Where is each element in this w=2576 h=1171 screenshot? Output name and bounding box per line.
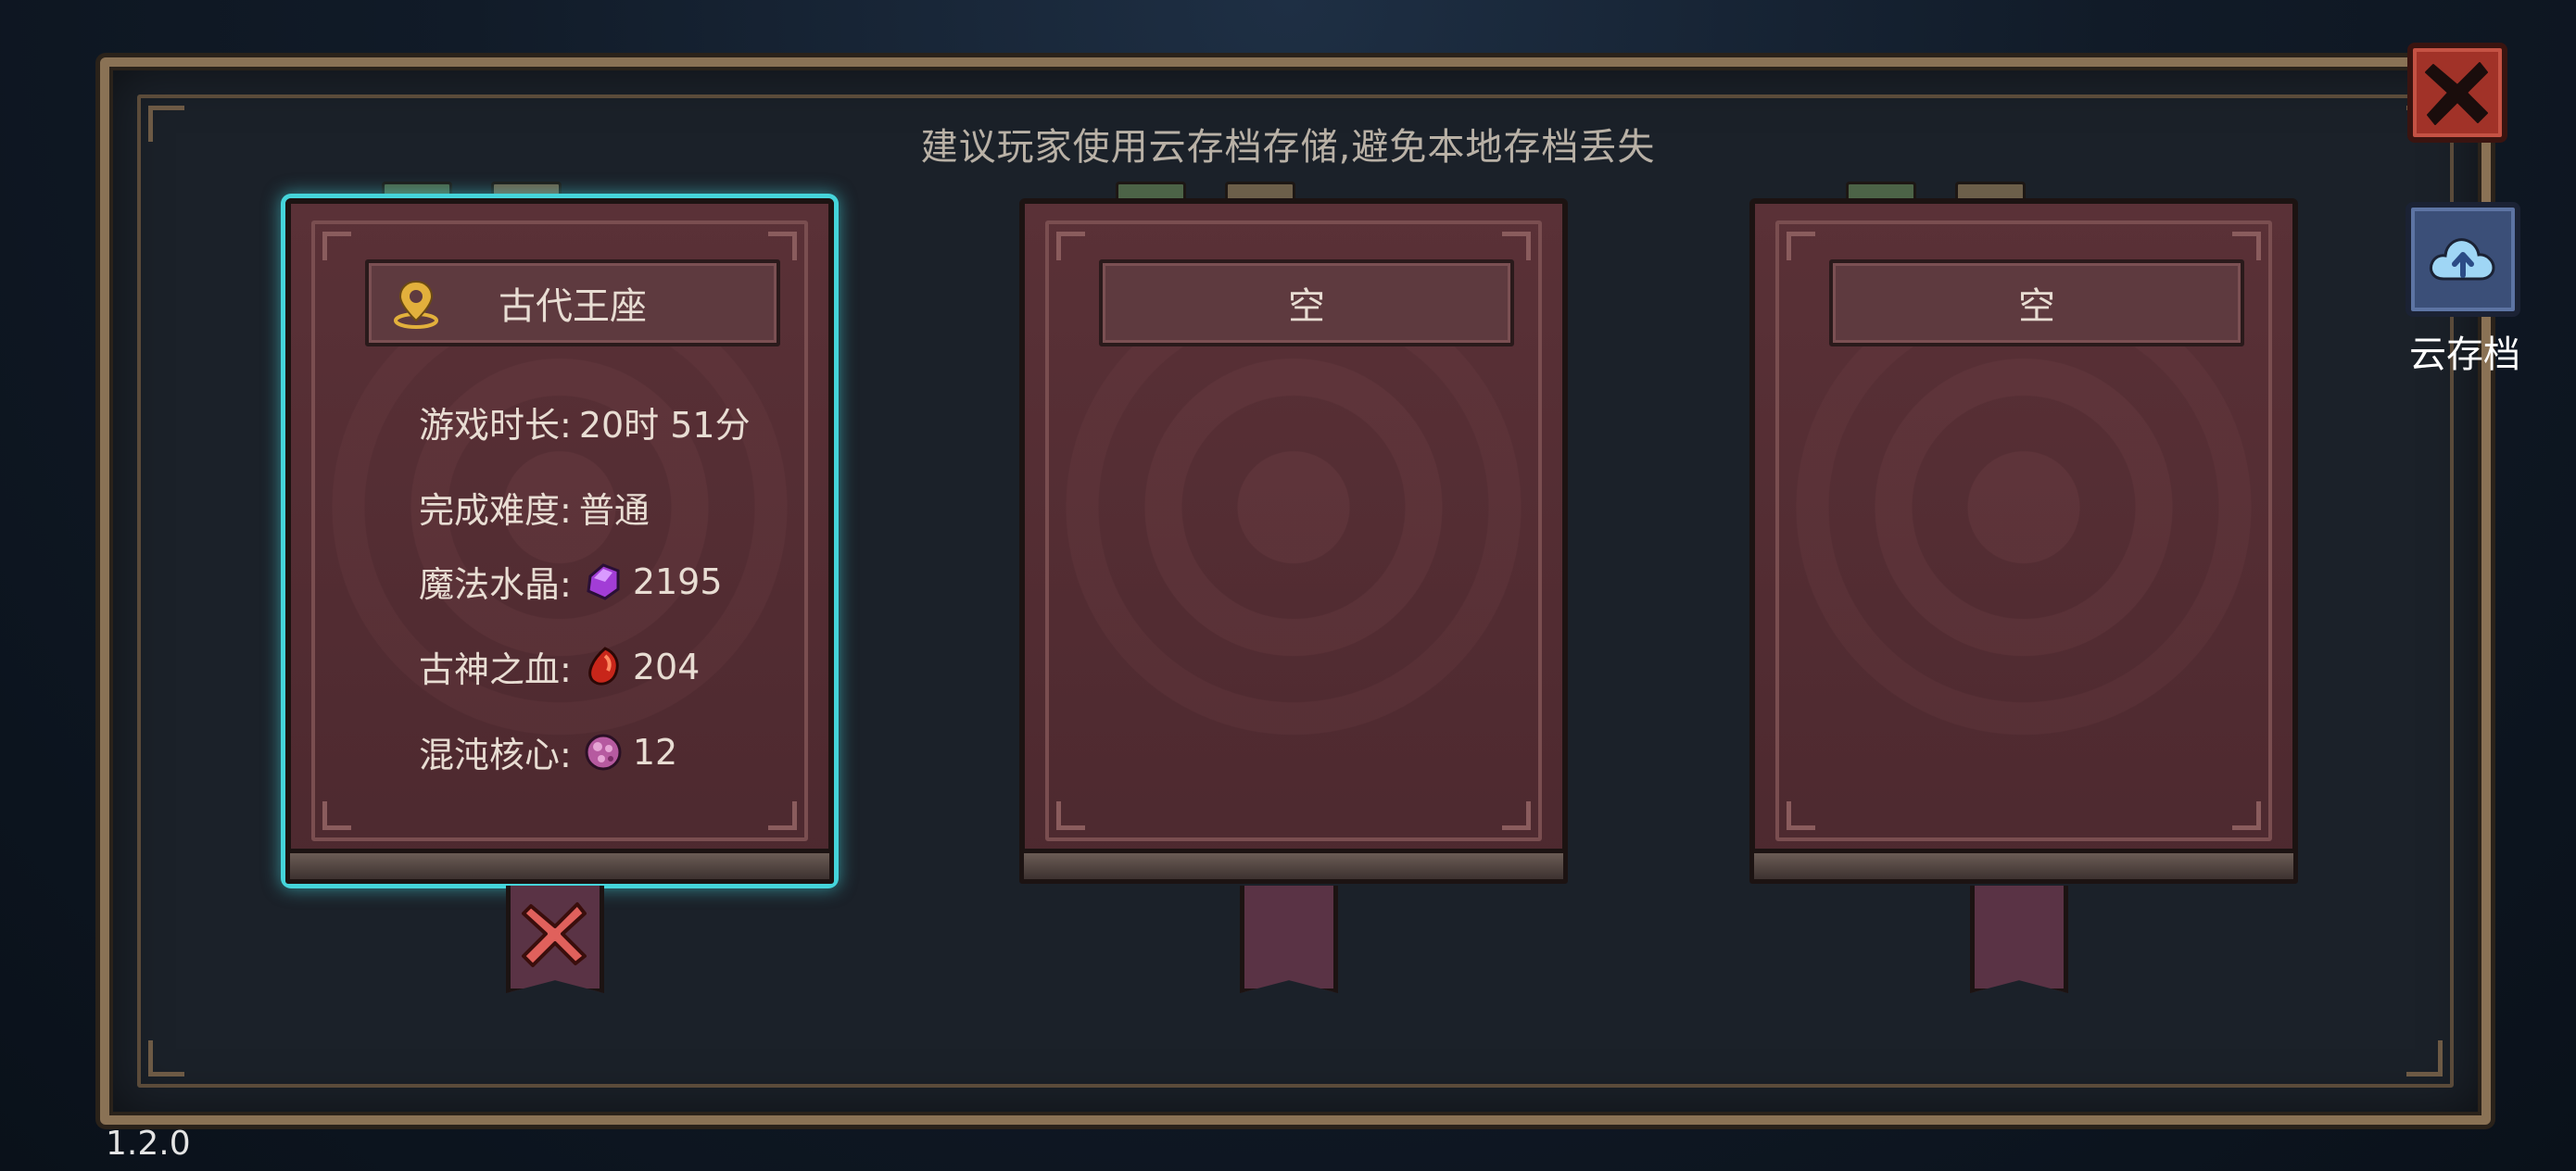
save-slot-3[interactable]: 空 bbox=[1749, 182, 2298, 993]
slot-title: 古代王座 bbox=[499, 285, 647, 328]
difficulty-label: 完成难度: bbox=[419, 490, 572, 531]
book-spine bbox=[1019, 849, 1568, 884]
book-corner bbox=[1502, 232, 1531, 260]
panel-corner bbox=[148, 1040, 184, 1077]
book-corner bbox=[768, 232, 797, 260]
book-spine bbox=[285, 849, 834, 884]
cloud-save-hint: 建议玩家使用云存档存储,避免本地存档丢失 bbox=[920, 126, 1656, 169]
crystal-value: 2195 bbox=[632, 560, 723, 602]
crystal-label: 魔法水晶: bbox=[419, 564, 572, 605]
slot-title-bar: 古代王座 bbox=[365, 259, 780, 346]
playtime-stat: 游戏时长: 20时 51分 bbox=[419, 397, 751, 447]
chaos-label: 混沌核心: bbox=[419, 735, 572, 775]
save-slot-2[interactable]: 空 bbox=[1019, 182, 1568, 993]
close-icon bbox=[2425, 62, 2488, 125]
book-corner bbox=[1056, 801, 1085, 830]
save-slot-1[interactable]: 古代王座 游戏时长: 20时 51分 完成难度: 普通 魔法水晶: 2195 古… bbox=[285, 182, 834, 993]
delete-save-button[interactable] bbox=[506, 886, 604, 993]
book-corner bbox=[322, 232, 351, 260]
bookmark-ribbon bbox=[1970, 886, 2068, 993]
book-corner bbox=[1056, 232, 1085, 260]
location-pin-icon bbox=[394, 280, 438, 329]
blood-stat: 古神之血: 204 bbox=[419, 641, 700, 692]
ancient-blood-icon bbox=[588, 646, 619, 686]
playtime-label: 游戏时长: bbox=[419, 405, 572, 446]
cloud-save-label: 云存档 bbox=[2409, 334, 2520, 376]
chaos-value: 12 bbox=[632, 731, 678, 773]
difficulty-stat: 完成难度: 普通 bbox=[419, 482, 650, 533]
book-spine bbox=[1749, 849, 2298, 884]
book-corner bbox=[322, 801, 351, 830]
save-select-screen: 建议玩家使用云存档存储,避免本地存档丢失 古代王座 游戏时长: 20时 51分 … bbox=[0, 0, 2576, 1171]
chaos-core-icon bbox=[585, 734, 622, 770]
book-corner bbox=[2232, 801, 2261, 830]
slot-title-bar: 空 bbox=[1829, 259, 2244, 346]
playtime-value: 20时 51分 bbox=[578, 405, 751, 446]
chaos-stat: 混沌核心: 12 bbox=[419, 726, 677, 777]
cloud-save-button[interactable] bbox=[2406, 202, 2520, 317]
blood-value: 204 bbox=[632, 646, 701, 687]
book-corner bbox=[2232, 232, 2261, 260]
difficulty-value: 普通 bbox=[578, 490, 650, 531]
close-button[interactable] bbox=[2407, 43, 2507, 143]
blood-label: 古神之血: bbox=[419, 649, 572, 690]
panel-corner bbox=[2406, 1040, 2443, 1077]
book-corner bbox=[768, 801, 797, 830]
magic-crystal-icon bbox=[587, 562, 620, 600]
slot-title-bar: 空 bbox=[1099, 259, 1514, 346]
crystal-stat: 魔法水晶: 2195 bbox=[419, 556, 723, 607]
save-book[interactable]: 古代王座 游戏时长: 20时 51分 完成难度: 普通 魔法水晶: 2195 古… bbox=[285, 198, 834, 884]
version-label: 1.2.0 bbox=[106, 1125, 191, 1163]
book-corner bbox=[1502, 801, 1531, 830]
slot-title: 空 bbox=[2018, 285, 2055, 328]
delete-x-icon bbox=[522, 902, 587, 967]
save-book[interactable]: 空 bbox=[1019, 198, 1568, 884]
book-corner bbox=[1787, 801, 1815, 830]
book-corner bbox=[1787, 232, 1815, 260]
bookmark-ribbon bbox=[1240, 886, 1338, 993]
cloud-upload-icon bbox=[2430, 238, 2495, 281]
save-book[interactable]: 空 bbox=[1749, 198, 2298, 884]
slot-title: 空 bbox=[1288, 285, 1325, 328]
